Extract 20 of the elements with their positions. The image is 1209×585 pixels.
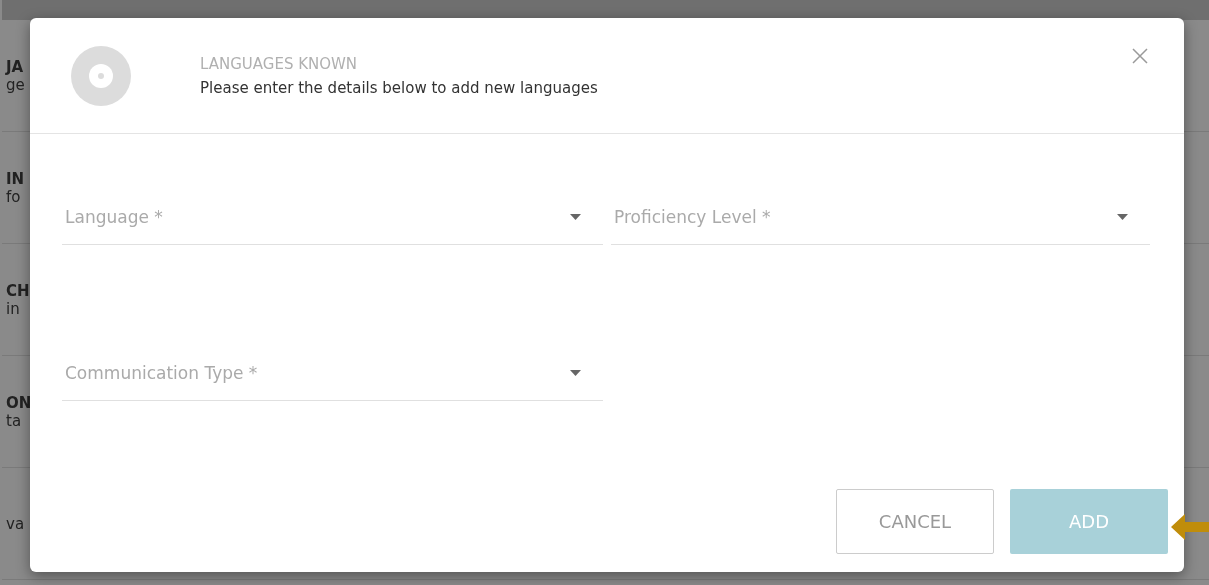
row-title: ON <box>6 393 32 412</box>
row-title: JA <box>6 57 24 76</box>
close-icon[interactable] <box>1132 48 1148 64</box>
caret-icon <box>570 213 581 220</box>
dialog-title: LANGUAGES KNOWN <box>200 54 359 73</box>
arrow-icon <box>1171 513 1209 541</box>
row-subtitle: ta <box>6 411 22 430</box>
row-subtitle: va <box>6 514 25 533</box>
dropdown-field[interactable]: Language * <box>62 189 603 245</box>
row-title: IN <box>6 169 25 188</box>
dropdown-field[interactable]: Communication Type * <box>62 345 603 401</box>
dropdown-field[interactable]: Proficiency Level * <box>611 189 1150 245</box>
dialog-subtitle: Please enter the details below to add new languages <box>200 78 599 97</box>
cancel-button[interactable]: CANCEL <box>836 489 994 554</box>
row-title: CH <box>6 281 30 300</box>
row-subtitle: in <box>6 299 20 318</box>
row-subtitle: fo <box>6 187 21 206</box>
caret-icon <box>1117 213 1128 220</box>
row-subtitle: ge <box>6 75 25 94</box>
caret-icon <box>570 369 581 376</box>
